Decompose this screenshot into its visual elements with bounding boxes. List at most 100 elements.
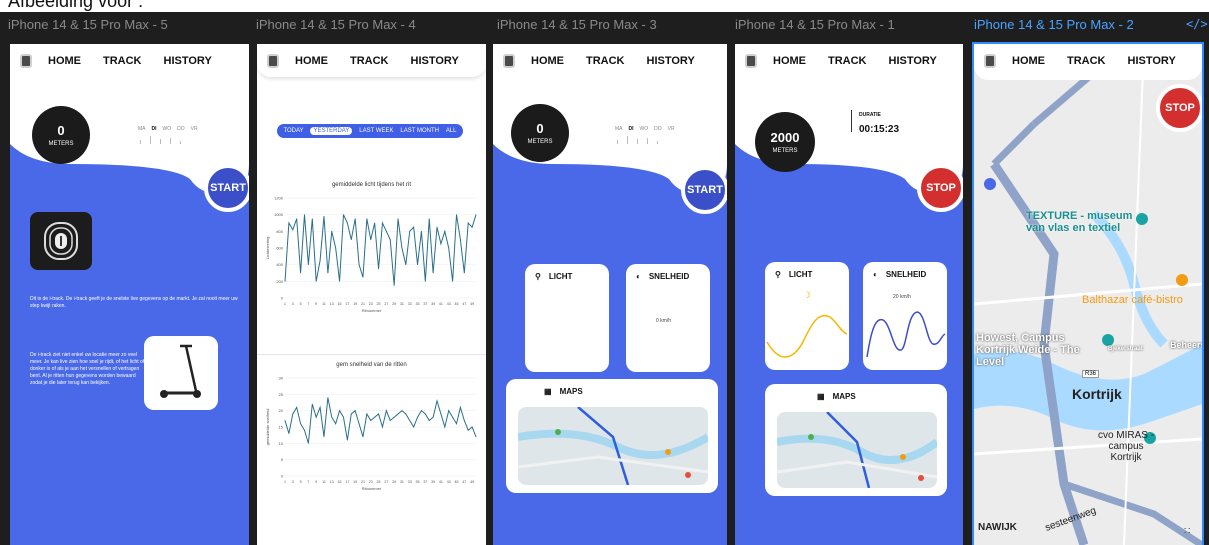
maps-card[interactable]: ▦ MAPS (506, 379, 718, 493)
speed-value: 0 km/h (656, 318, 672, 324)
day-vr[interactable]: VR (668, 126, 675, 132)
x-tick-label: 3 (292, 480, 294, 484)
x-tick-label: 37 (423, 480, 427, 484)
data-point (475, 436, 477, 438)
series-line (284, 214, 477, 286)
filter-last-week[interactable]: LAST WEEK (359, 128, 393, 134)
light-card[interactable]: ⚲ LICHT ☽ (765, 262, 849, 370)
filter-yesterday[interactable]: YESTERDAY (310, 127, 353, 135)
y-tick-label: 15 (279, 425, 284, 430)
speed-value: 20 km/h (893, 294, 911, 300)
x-tick-label: 41 (439, 480, 443, 484)
nav-history[interactable]: HISTORY (1128, 55, 1176, 67)
data-point (463, 272, 465, 274)
nav-history[interactable]: HISTORY (889, 55, 937, 67)
data-point (350, 239, 352, 241)
data-point (397, 218, 399, 220)
nav-history[interactable]: HISTORY (164, 55, 212, 67)
light-card[interactable]: ⚲ LICHT (525, 264, 609, 372)
start-button[interactable]: START (204, 164, 249, 212)
nav-home[interactable]: HOME (773, 55, 806, 67)
grid-icon[interactable]: ∷ (1184, 526, 1190, 537)
map-label-city[interactable]: Kortrijk (1072, 386, 1122, 402)
data-point (385, 230, 387, 232)
filter-last-month[interactable]: LAST MONTH (400, 128, 439, 134)
day-wo[interactable]: WO (163, 126, 172, 132)
speed-card[interactable]: ◐ SNELHEID 20 km/h (863, 262, 947, 370)
stop-button[interactable]: STOP (1156, 84, 1202, 132)
filter-today[interactable]: TODAY (283, 128, 303, 134)
bulb-icon: ⚲ (535, 272, 541, 281)
data-point (401, 247, 403, 249)
nav-track[interactable]: TRACK (1067, 55, 1106, 67)
nav-home[interactable]: HOME (48, 55, 81, 67)
chart1-xlabel: Ritnummer (361, 308, 382, 313)
data-point (284, 280, 286, 282)
data-point (393, 285, 395, 286)
frame-label-2[interactable]: iPhone 14 & 15 Pro Max - 2 (974, 17, 1134, 32)
x-tick-label: 49 (470, 480, 474, 484)
nav-history[interactable]: HISTORY (647, 55, 695, 67)
nav-home[interactable]: HOME (295, 55, 328, 67)
data-point (335, 247, 337, 249)
data-point (346, 222, 348, 224)
data-point (370, 420, 372, 421)
nav-track[interactable]: TRACK (828, 55, 867, 67)
logo-icon[interactable] (267, 54, 279, 68)
day-di[interactable]: DI (629, 126, 634, 132)
data-point (417, 416, 418, 418)
mini-map-drawing (518, 407, 708, 485)
frame-label-4[interactable]: iPhone 14 & 15 Pro Max - 4 (256, 17, 416, 32)
data-point (339, 410, 340, 412)
frame-label-3[interactable]: iPhone 14 & 15 Pro Max - 3 (497, 17, 657, 32)
map-label-cafe[interactable]: Balthazar café-bistro (1082, 294, 1183, 306)
meter-unit: METERS (772, 148, 798, 154)
day-do[interactable]: DO (177, 126, 185, 132)
maps-card[interactable]: ▦ MAPS (765, 384, 947, 496)
frame-history: HOME TRACK HISTORY TODAY YESTERDAY LAST … (257, 44, 486, 545)
nav-history[interactable]: HISTORY (411, 55, 459, 67)
nav-track[interactable]: TRACK (350, 55, 389, 67)
logo-icon[interactable] (745, 54, 757, 68)
stop-button[interactable]: STOP (917, 164, 963, 212)
day-do[interactable]: DO (654, 126, 662, 132)
map-label-howest[interactable]: Howest, Campus Kortrijk Weide - The Leve… (976, 332, 1104, 368)
weekday-bars (140, 136, 181, 144)
frame-label-1[interactable]: iPhone 14 & 15 Pro Max - 1 (735, 17, 895, 32)
start-button[interactable]: START (681, 166, 727, 214)
nav-track[interactable]: TRACK (103, 55, 142, 67)
day-vr[interactable]: VR (191, 126, 198, 132)
nav-home[interactable]: HOME (1012, 55, 1045, 67)
day-ma[interactable]: MA (138, 126, 146, 132)
logo-icon[interactable] (503, 54, 515, 68)
x-tick-label: 21 (361, 302, 365, 306)
map-label-museum[interactable]: TEXTURE - museum van vlas en textiel (1026, 210, 1146, 234)
data-point (335, 423, 337, 425)
nav-home[interactable]: HOME (531, 55, 564, 67)
day-wo[interactable]: WO (640, 126, 649, 132)
mini-map[interactable] (518, 407, 708, 485)
code-icon[interactable]: </> (1186, 17, 1208, 31)
filter-all[interactable]: ALL (446, 128, 457, 134)
logo-icon[interactable] (984, 54, 996, 68)
mini-map[interactable] (777, 412, 937, 488)
speed-card-title: SNELHEID (885, 270, 927, 279)
chart1-light: Lichtmeeting0200400600800100012001 3 5 7 9 11… (265, 196, 477, 306)
x-tick-label: 33 (408, 480, 412, 484)
data-point (343, 214, 344, 216)
x-tick-label: 13 (330, 302, 334, 306)
day-ma[interactable]: MA (615, 126, 623, 132)
data-point (307, 264, 309, 266)
frame-label-5[interactable]: iPhone 14 & 15 Pro Max - 5 (8, 17, 168, 32)
series-line (284, 397, 477, 444)
map-label-cvo[interactable]: cvo MIRAS - campus Kortrijk (1096, 430, 1156, 463)
logo-icon[interactable] (20, 54, 32, 68)
meter-value: 0 (57, 123, 65, 138)
data-point (307, 442, 309, 444)
day-di[interactable]: DI (152, 126, 157, 132)
speed-card[interactable]: ◐ SNELHEID 0 km/h (626, 264, 710, 372)
nav-track[interactable]: TRACK (586, 55, 625, 67)
data-point (409, 230, 411, 232)
x-tick-label: 7 (307, 302, 309, 306)
map-icon: ▦ (544, 387, 552, 396)
